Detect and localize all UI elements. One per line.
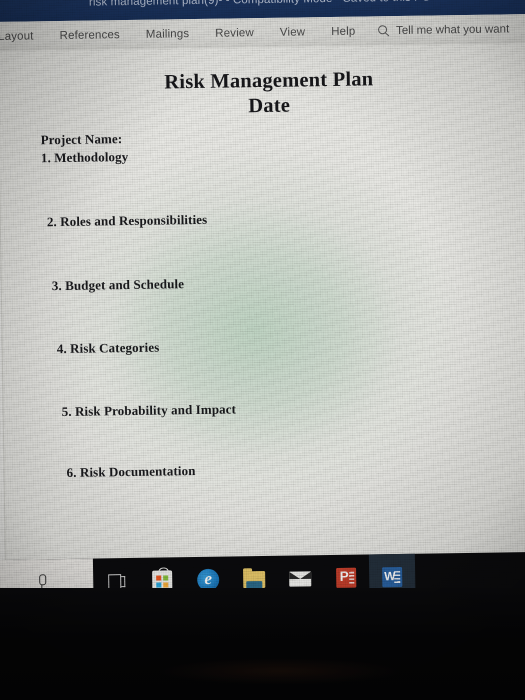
taskbar-item-microsoft-store[interactable]	[139, 557, 186, 604]
tab-references[interactable]: References	[59, 29, 119, 42]
document-body: Project Name: 1. Methodology 2. Roles an…	[41, 125, 525, 481]
taskbar-item-powerpoint[interactable]	[323, 554, 370, 601]
taskbar-item-task-view[interactable]	[93, 558, 140, 605]
windows-taskbar	[0, 551, 525, 607]
taskbar-item-file-explorer[interactable]	[231, 556, 278, 603]
line-risk-documentation: 6. Risk Documentation	[66, 463, 196, 480]
tab-view[interactable]: View	[280, 26, 306, 38]
mail-icon	[289, 570, 312, 587]
running-indicator	[193, 598, 224, 602]
task-view-icon	[108, 574, 125, 588]
photo-of-laptop-screen: risk management plan(9)- - Compatibility…	[0, 0, 525, 700]
document-canvas[interactable]: Risk Management Plan Date Project Name: …	[0, 42, 525, 607]
running-indicator	[239, 597, 270, 601]
edge-icon	[197, 568, 220, 592]
tell-me-search-box[interactable]: Tell me what you want	[378, 14, 510, 45]
tell-me-label: Tell me what you want	[396, 22, 510, 37]
document-title-block: Risk Management Plan Date	[0, 65, 525, 123]
search-icon	[378, 25, 389, 36]
tab-help[interactable]: Help	[331, 25, 355, 37]
window-title: risk management plan(9)- - Compatibility…	[88, 0, 431, 9]
cortana-search-button[interactable]	[0, 558, 94, 607]
running-indicator	[377, 595, 408, 599]
file-explorer-icon	[243, 570, 266, 588]
microphone-icon	[37, 574, 47, 590]
powerpoint-icon	[336, 567, 357, 588]
document-page[interactable]: Risk Management Plan Date Project Name: …	[0, 42, 525, 606]
taskbar-item-mail[interactable]	[277, 555, 324, 602]
running-indicator	[331, 596, 362, 600]
taskbar-item-edge[interactable]	[185, 557, 232, 604]
word-icon	[382, 566, 403, 588]
microsoft-store-icon	[152, 570, 173, 591]
tab-mailings[interactable]: Mailings	[146, 28, 190, 41]
laptop-screen: risk management plan(9)- - Compatibility…	[0, 0, 525, 607]
photo-dark-border	[0, 588, 525, 700]
tab-review[interactable]: Review	[215, 27, 254, 40]
word-icon-lines	[394, 571, 401, 584]
line-roles-responsibilities: 2. Roles and Responsibilities	[46, 211, 208, 230]
line-budget-schedule: 3. Budget and Schedule	[51, 276, 185, 294]
tab-layout[interactable]: Layout	[0, 30, 34, 43]
taskbar-icon-row	[93, 553, 416, 605]
taskbar-item-word[interactable]	[368, 553, 416, 601]
line-risk-categories: 4. Risk Categories	[56, 339, 160, 357]
line-risk-probability: 5. Risk Probability and Impact	[61, 401, 237, 420]
powerpoint-icon-lines	[349, 571, 355, 584]
store-tiles	[156, 575, 169, 588]
